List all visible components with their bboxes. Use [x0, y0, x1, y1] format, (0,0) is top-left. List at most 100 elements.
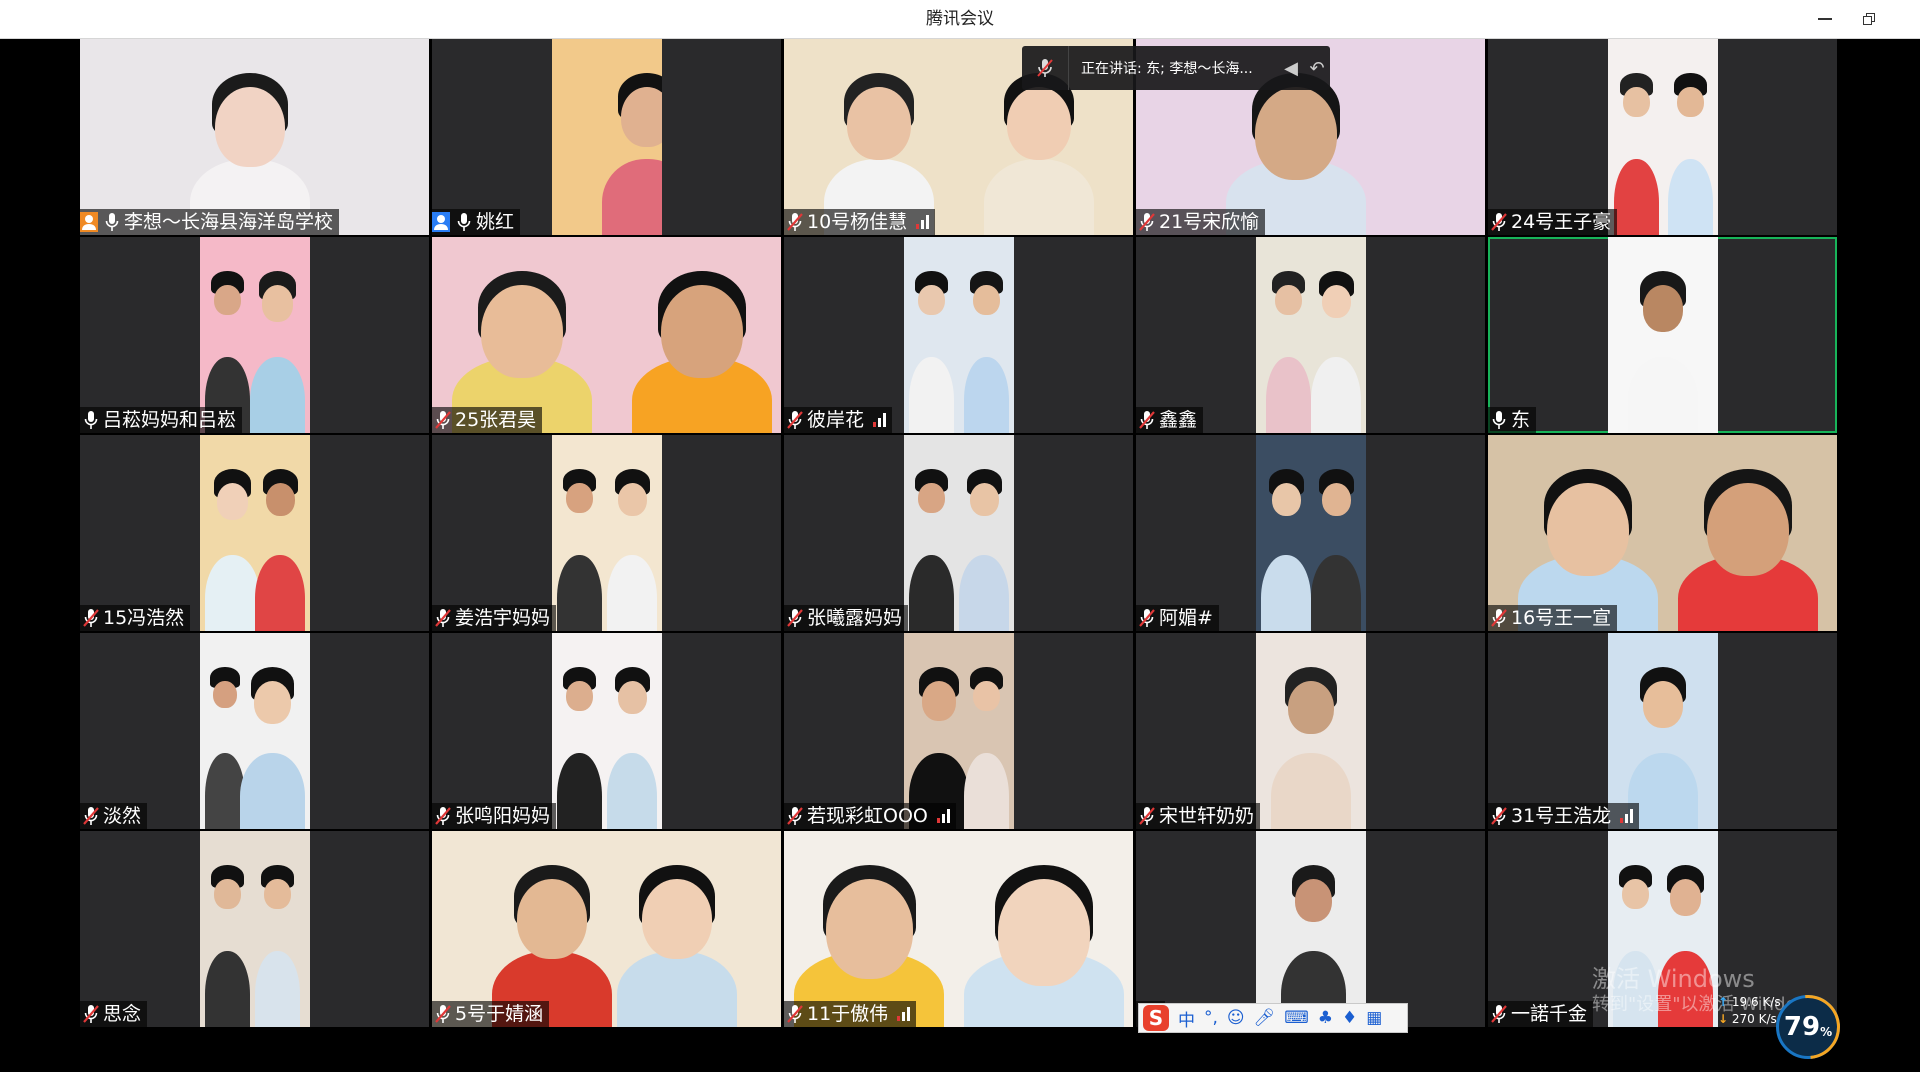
muted-mic-icon: [1490, 806, 1508, 826]
participant-name: 阿媚#: [1159, 607, 1213, 629]
ime-punct[interactable]: °,: [1204, 1008, 1218, 1028]
sogou-logo-icon[interactable]: S: [1143, 1005, 1169, 1031]
participant-label: 宋世轩奶奶: [1136, 803, 1261, 829]
participant-name: 鑫鑫: [1159, 409, 1198, 431]
participant-label: 淡然: [80, 803, 148, 829]
participant-name: 姜浩宇妈妈: [455, 607, 551, 629]
video-tile[interactable]: 16号王一宣: [1488, 435, 1837, 631]
video-tile[interactable]: 姚红: [432, 39, 781, 235]
participant-label: 25张君昊: [432, 407, 543, 433]
title-bar: 腾讯会议: [0, 0, 1920, 39]
video-tile[interactable]: 吕菘妈妈和吕崧: [80, 237, 429, 433]
back-arrow-icon[interactable]: ↶: [1304, 58, 1330, 79]
camera-feed: [552, 39, 662, 235]
mic-icon: [1490, 410, 1508, 430]
muted-mic-icon: [434, 1004, 452, 1024]
collapse-icon[interactable]: ◀: [1278, 58, 1304, 79]
skin-icon[interactable]: ♣: [1318, 1008, 1333, 1028]
muted-mic-icon: [434, 410, 452, 430]
emoji-icon[interactable]: ☺: [1227, 1008, 1245, 1028]
restore-icon: [1863, 13, 1875, 25]
video-tile[interactable]: 若现彩虹OOO: [784, 633, 1133, 829]
minimize-icon: [1818, 18, 1832, 20]
participant-name: 张曦露妈妈: [807, 607, 903, 629]
participant-name: 宋世轩奶奶: [1159, 805, 1255, 827]
muted-mic-icon: [786, 1004, 804, 1024]
video-tile[interactable]: 李想～长海县海洋岛学校: [80, 39, 429, 235]
video-tile[interactable]: 24号王子豪: [1488, 39, 1837, 235]
participant-name: 思念: [103, 1003, 142, 1025]
ime-toolbar[interactable]: S 中 °, ☺ 🎤︎ ⌨ ♣ ♦ ▦: [1138, 1003, 1408, 1033]
muted-mic-icon: [82, 1004, 100, 1024]
muted-mic-icon: [434, 608, 452, 628]
participant-label: 24号王子豪: [1488, 209, 1618, 235]
video-tile[interactable]: 5号于婧涵: [432, 831, 781, 1027]
camera-feed: [904, 633, 1014, 829]
video-tile[interactable]: 彼岸花: [784, 237, 1133, 433]
video-tile[interactable]: 淡然: [80, 633, 429, 829]
network-speed: ↑ 19.6 K/s ↓ 270 K/s: [1718, 994, 1781, 1028]
video-tile[interactable]: 鑫鑫: [1136, 237, 1485, 433]
camera-feed: [552, 435, 662, 631]
video-tile[interactable]: 东: [1488, 237, 1837, 433]
video-tile[interactable]: 阿媚#: [1136, 435, 1485, 631]
muted-mic-icon: [1490, 608, 1508, 628]
muted-mic-icon: [786, 410, 804, 430]
participant-name: 淡然: [103, 805, 142, 827]
camera-feed: [200, 237, 310, 433]
participant-name: 31号王浩龙: [1511, 805, 1612, 827]
voice-icon[interactable]: 🎤︎: [1254, 1008, 1276, 1028]
participant-name: 张鸣阳妈妈: [455, 805, 551, 827]
participant-name: 24号王子豪: [1511, 211, 1612, 233]
camera-feed: [432, 237, 781, 433]
participant-name: 15冯浩然: [103, 607, 185, 629]
ime-mode[interactable]: 中: [1178, 1006, 1195, 1031]
cpu-gauge[interactable]: 79%: [1762, 981, 1854, 1072]
participant-label: 5号于婧涵: [432, 1001, 550, 1027]
download-speed: 270 K/s: [1731, 1012, 1777, 1026]
watermark-line1: 激活 Windows: [1592, 965, 1755, 993]
speaking-indicator: 正在讲话: 东; 李想～长海... ◀ ↶: [1022, 46, 1330, 90]
muted-mic-icon: [1138, 806, 1156, 826]
muted-mic-icon: [786, 806, 804, 826]
video-tile[interactable]: 张鸣阳妈妈: [432, 633, 781, 829]
participant-label: 姜浩宇妈妈: [432, 605, 557, 631]
camera-feed: [1608, 39, 1718, 235]
camera-feed: [1256, 237, 1366, 433]
muted-mic-icon: [1490, 1004, 1508, 1024]
camera-feed: [1608, 633, 1718, 829]
video-tile[interactable]: [1136, 831, 1485, 1027]
video-tile[interactable]: 宋世轩奶奶: [1136, 633, 1485, 829]
muted-mic-icon[interactable]: [1022, 46, 1069, 90]
shirt-icon[interactable]: ♦: [1342, 1008, 1357, 1028]
video-tile[interactable]: 31号王浩龙: [1488, 633, 1837, 829]
signal-icon: [897, 1007, 911, 1021]
keyboard-icon[interactable]: ⌨: [1284, 1008, 1309, 1028]
toolbox-icon[interactable]: ▦: [1366, 1008, 1382, 1028]
video-tile[interactable]: 姜浩宇妈妈: [432, 435, 781, 631]
participant-name: 10号杨佳慧: [807, 211, 908, 233]
camera-feed: [552, 633, 662, 829]
restore-button[interactable]: [1846, 0, 1892, 38]
download-arrow-icon: ↓: [1718, 1012, 1729, 1026]
video-tile[interactable]: 15冯浩然: [80, 435, 429, 631]
video-tile[interactable]: 思念: [80, 831, 429, 1027]
video-tile[interactable]: 11于傲伟: [784, 831, 1133, 1027]
participant-label: 阿媚#: [1136, 605, 1219, 631]
participant-label: 张曦露妈妈: [784, 605, 909, 631]
participant-label: 若现彩虹OOO: [784, 803, 956, 829]
participant-label: 21号宋欣愉: [1136, 209, 1266, 235]
participant-label: 吕菘妈妈和吕崧: [80, 407, 243, 433]
video-tile[interactable]: 张曦露妈妈: [784, 435, 1133, 631]
participant-name: 一諾千金: [1511, 1003, 1588, 1025]
video-grid: 李想～长海县海洋岛学校 姚红 10号杨佳慧 21号宋欣愉 24号王子豪吕菘妈妈和吕崧 25…: [80, 39, 1840, 1029]
participant-label: 15冯浩然: [80, 605, 191, 631]
video-tile[interactable]: 25张君昊: [432, 237, 781, 433]
camera-feed: [1488, 435, 1837, 631]
muted-mic-icon: [786, 608, 804, 628]
minimize-button[interactable]: [1802, 0, 1848, 38]
camera-feed: [1256, 435, 1366, 631]
participant-label: 一諾千金: [1488, 1001, 1594, 1027]
camera-feed: [80, 39, 429, 235]
participant-label: 李想～长海县海洋岛学校: [80, 209, 340, 235]
